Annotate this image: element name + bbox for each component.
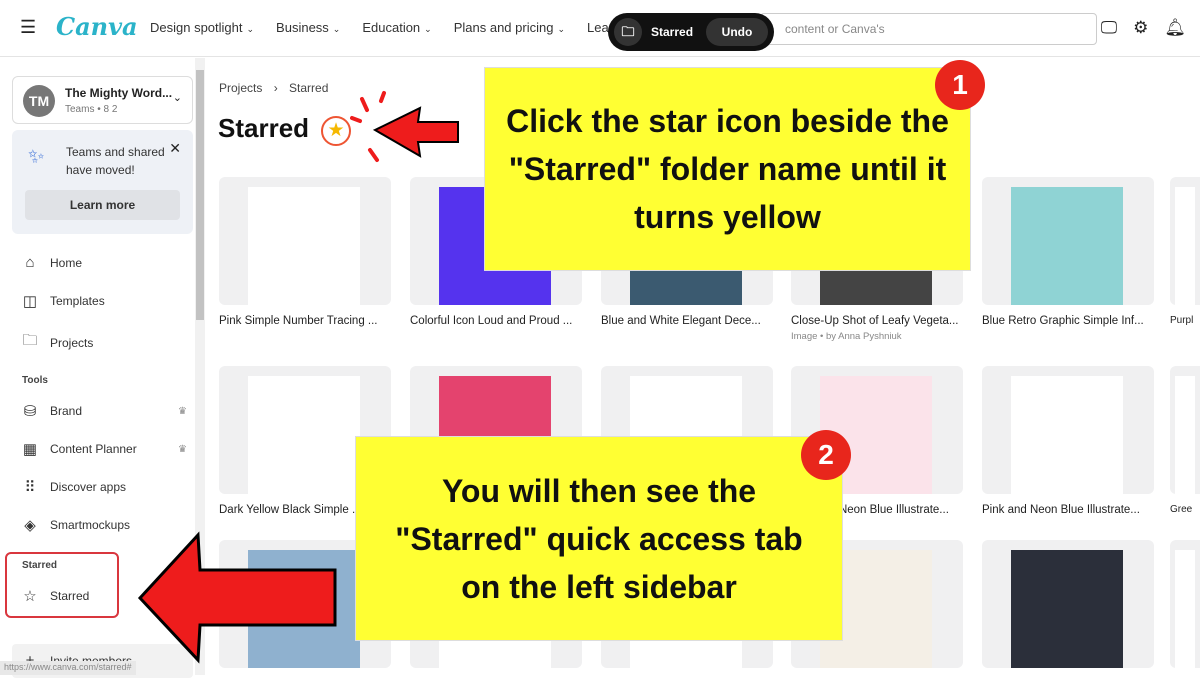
arrow-to-sidebar <box>137 531 337 664</box>
step-2-badge: 2 <box>801 430 851 480</box>
callout-step-1: Click the star icon beside the "Starred"… <box>485 68 970 270</box>
status-url: https://www.canva.com/starred# <box>0 661 136 675</box>
burst-lines <box>350 91 386 162</box>
arrow-to-star <box>372 106 459 158</box>
callout-step-2: You will then see the "Starred" quick ac… <box>356 437 842 640</box>
step-1-badge: 1 <box>935 60 985 110</box>
